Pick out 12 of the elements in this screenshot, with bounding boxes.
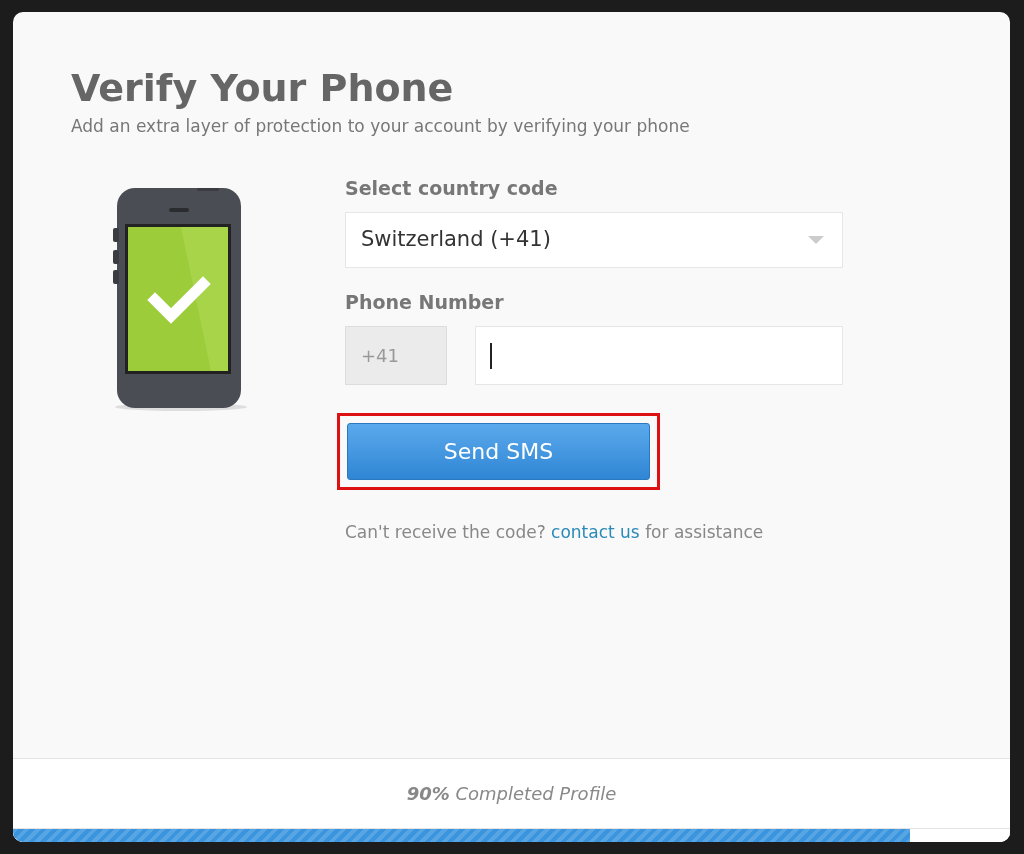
help-text: Can't receive the code? contact us for assistance [345, 521, 764, 544]
progress-text: 90% Completed Profile [406, 782, 617, 806]
phone-label: Phone Number [345, 290, 504, 314]
country-prefix-field: +41 [345, 326, 447, 385]
caret-icon [808, 236, 824, 244]
phone-number-field[interactable] [475, 326, 843, 385]
country-select[interactable]: Switzerland (+41) [345, 212, 843, 268]
dialog-title: Verify Your Phone [71, 65, 454, 112]
country-label: Select country code [345, 176, 558, 200]
contact-link[interactable]: contact us [551, 522, 640, 542]
dialog-subtitle: Add an extra layer of protection to your account by verifying your phone [71, 115, 690, 138]
send-sms-button[interactable]: Send SMS [347, 423, 650, 480]
